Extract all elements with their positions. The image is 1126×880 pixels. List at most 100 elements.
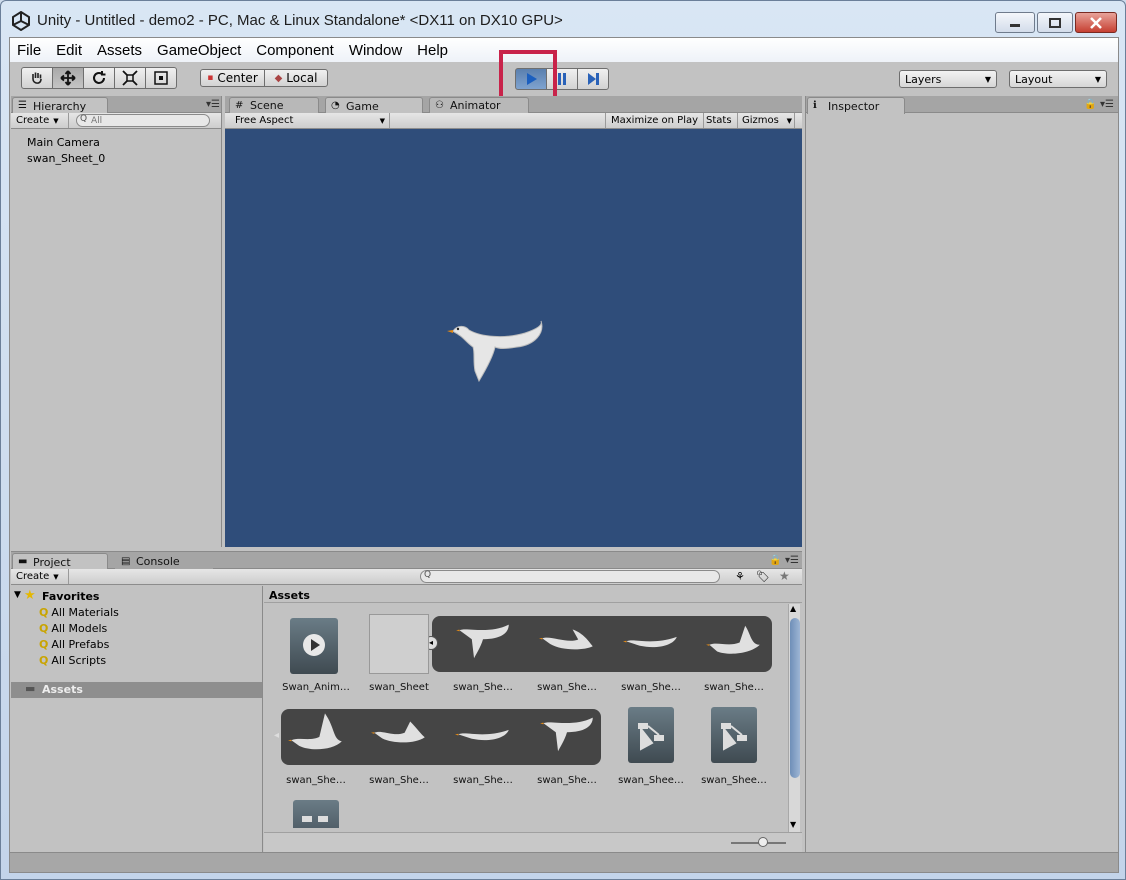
layout-dropdown[interactable]: Layout ▼: [1009, 70, 1107, 88]
project-search-input[interactable]: Q: [420, 570, 720, 583]
maximize-icon: [1049, 17, 1061, 28]
stats-toggle[interactable]: Stats: [701, 113, 738, 128]
swan-frame-icon: [706, 625, 760, 654]
asset-label: swan_She…: [453, 775, 513, 786]
asset-item-partial[interactable]: [293, 800, 339, 828]
hand-tool-button[interactable]: [21, 67, 53, 89]
rect-tool-icon: [154, 71, 168, 85]
step-icon: [588, 73, 599, 85]
pivot-center-label: Center: [217, 71, 258, 85]
panel-menu-icon[interactable]: ▾☰: [1100, 99, 1114, 110]
tab-game[interactable]: ◔ Game: [325, 97, 423, 114]
search-icon: Q: [39, 622, 49, 635]
gizmos-dropdown[interactable]: Gizmos ▼: [737, 113, 795, 128]
panel-menu-icon[interactable]: ▾☰: [785, 555, 799, 566]
search-icon: Q: [80, 114, 88, 124]
expand-left-icon: ◂: [274, 730, 280, 741]
game-subbar: Free Aspect ▼ Maximize on Play Stats Gizm…: [225, 113, 802, 129]
assets-folder-row[interactable]: ▬ Assets: [11, 682, 262, 698]
layers-dropdown[interactable]: Layers ▼: [899, 70, 997, 88]
tab-scene[interactable]: # Scene: [229, 97, 319, 113]
scale-tool-button[interactable]: [114, 67, 146, 89]
project-tree: ▼ ★ Favorites Q All Materials Q All Models…: [11, 586, 263, 853]
tab-console[interactable]: ▤ Console: [115, 553, 213, 569]
hierarchy-search-input[interactable]: Q All: [76, 114, 210, 127]
menu-edit[interactable]: Edit: [55, 42, 83, 59]
swan-frame-icon: [455, 729, 509, 741]
menu-window[interactable]: Window: [348, 42, 403, 59]
aspect-dropdown[interactable]: Free Aspect ▼: [230, 113, 390, 128]
favorite-item[interactable]: Q All Materials: [39, 606, 119, 619]
menu-file[interactable]: File: [16, 42, 42, 59]
hierarchy-create-dropdown[interactable]: Create ▼: [11, 113, 69, 128]
lock-icon[interactable]: 🔒: [1084, 99, 1096, 110]
dropdown-arrow-icon: ▼: [1094, 75, 1101, 84]
menu-help[interactable]: Help: [416, 42, 449, 59]
game-viewport[interactable]: [225, 129, 802, 547]
scroll-up-icon[interactable]: ▲: [790, 604, 796, 613]
search-icon: Q: [39, 606, 49, 619]
asset-label: swan_Sheet: [369, 682, 429, 693]
lock-icon[interactable]: 🔒: [769, 555, 781, 566]
search-icon: Q: [39, 638, 49, 651]
tab-hierarchy[interactable]: ☰ Hierarchy: [12, 97, 108, 114]
title-bar: Unity - Untitled - demo2 - PC, Mac & Lin…: [1, 1, 1125, 37]
asset-grid-footer: [264, 832, 802, 853]
window-title: Unity - Untitled - demo2 - PC, Mac & Lin…: [37, 12, 563, 29]
animator-controller-icon: [628, 707, 674, 763]
tab-animator[interactable]: ⚇ Animator: [429, 97, 529, 113]
layout-label: Layout: [1015, 72, 1053, 86]
filter-label-icon[interactable]: 🏷: [756, 570, 770, 583]
space-local-button[interactable]: ◆ Local: [264, 69, 328, 87]
project-create-dropdown[interactable]: Create ▼: [11, 569, 69, 584]
swan-frame-icon: [371, 721, 425, 743]
tab-inspector-label: Inspector: [828, 99, 880, 113]
swan-frame-icon: [456, 624, 509, 659]
tab-inspector[interactable]: ℹ Inspector: [807, 97, 905, 114]
asset-label: swan_She…: [537, 775, 597, 786]
close-button[interactable]: [1075, 12, 1117, 33]
slider-knob[interactable]: [758, 837, 768, 847]
assets-breadcrumb[interactable]: Assets: [264, 586, 802, 603]
filter-type-icon[interactable]: ⚘: [735, 570, 745, 583]
aspect-label: Free Aspect: [235, 115, 294, 126]
swan-frame-icon: [540, 717, 593, 752]
menu-assets[interactable]: Assets: [96, 42, 143, 59]
pause-icon: [558, 73, 566, 85]
expand-arrow-icon[interactable]: ▼: [14, 590, 21, 600]
favorite-item[interactable]: Q All Scripts: [39, 654, 106, 667]
rotate-tool-button[interactable]: [83, 67, 115, 89]
favorite-star-icon[interactable]: ★: [779, 569, 790, 583]
hierarchy-item-swan-sheet[interactable]: swan_Sheet_0: [27, 152, 105, 165]
step-button[interactable]: [577, 68, 609, 90]
tab-scene-label: Scene: [250, 99, 284, 112]
move-tool-button[interactable]: [52, 67, 84, 89]
asset-label: Swan_Anim…: [282, 682, 350, 693]
scroll-thumb[interactable]: [790, 618, 800, 778]
maximize-on-play-toggle[interactable]: Maximize on Play: [605, 113, 705, 128]
rect-tool-button[interactable]: [145, 67, 177, 89]
menu-gameobject[interactable]: GameObject: [156, 42, 242, 59]
maximize-button[interactable]: [1037, 12, 1073, 33]
dropdown-arrow-icon: ▼: [53, 572, 59, 581]
menu-component[interactable]: Component: [255, 42, 335, 59]
asset-label: swan_Shee…: [618, 775, 684, 786]
dropdown-arrow-icon: ▼: [53, 116, 59, 125]
scroll-down-icon[interactable]: ▼: [790, 820, 796, 829]
hierarchy-item-main-camera[interactable]: Main Camera: [27, 136, 100, 149]
asset-grid-scrollbar[interactable]: ▲ ▼: [788, 604, 800, 832]
favorite-item[interactable]: Q All Prefabs: [39, 638, 109, 651]
minimize-button[interactable]: [995, 12, 1035, 33]
favorite-all-scripts: All Scripts: [51, 654, 107, 667]
hierarchy-create-label: Create: [16, 115, 50, 126]
favorite-all-models: All Models: [51, 622, 108, 635]
hierarchy-tabstrip: ☰ Hierarchy ▾☰: [11, 96, 221, 114]
favorites-label[interactable]: Favorites: [42, 590, 99, 603]
favorite-item[interactable]: Q All Models: [39, 622, 107, 635]
rotate-icon: [93, 71, 106, 84]
editor-client-area: File Edit Assets GameObject Component Wi…: [9, 37, 1119, 873]
panel-menu-icon[interactable]: ▾☰: [206, 99, 220, 110]
pivot-center-button[interactable]: ▪ Center: [200, 69, 265, 87]
project-create-label: Create: [16, 571, 50, 582]
tab-project[interactable]: ▬ Project: [12, 553, 108, 570]
